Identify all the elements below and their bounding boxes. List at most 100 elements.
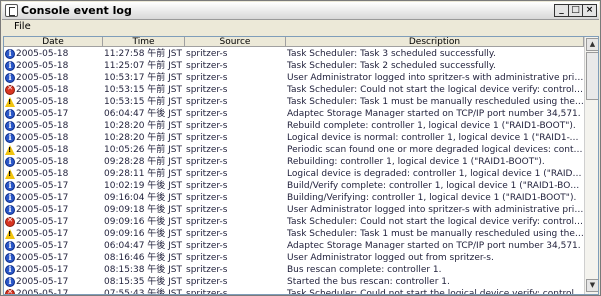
cell-description: Adaptec Storage Manager started on TCP/I… <box>287 241 581 251</box>
column-header-description[interactable]: Description <box>286 37 584 46</box>
cell-source: spritzer-s <box>186 49 228 59</box>
scroll-up-button[interactable]: ▲ <box>586 38 598 51</box>
cell-description: Building/Verifying: controller 1, logica… <box>287 193 577 203</box>
cell-description: Adaptec Storage Manager started on TCP/I… <box>287 109 581 119</box>
info-icon <box>5 156 15 167</box>
cell-time: 08:15:38 午後 JST <box>104 265 183 275</box>
cell-description: User Administrator logged into spritzer-… <box>287 73 584 83</box>
date-text: 2005-05-17 <box>16 205 69 215</box>
table-row[interactable]: 2005-05-17 08:15:35 午後 JSTspritzer-s Start… <box>4 276 584 288</box>
cell-date: 2005-05-17 <box>4 264 103 276</box>
table-row[interactable]: 2005-05-17 08:16:46 午後 JSTspritzer-s User … <box>4 252 584 264</box>
vertical-scrollbar[interactable]: ▲ ▼ <box>584 37 598 294</box>
cell-date: 2005-05-17 <box>4 180 103 192</box>
table-row[interactable]: 2005-05-18 11:25:07 午前 JSTspritzer-s Task … <box>4 60 584 72</box>
cell-date: 2005-05-18 <box>4 84 103 96</box>
table-row[interactable]: 2005-05-17 06:04:47 午後 JSTspritzer-s Adapt… <box>4 108 584 120</box>
title-bar[interactable]: Console event log _ □ × <box>2 2 599 20</box>
table-row[interactable]: 2005-05-17 10:02:19 午後 JSTspritzer-s Build… <box>4 180 584 192</box>
cell-time: 09:09:16 午後 JST <box>104 229 183 239</box>
maximize-button[interactable]: □ <box>568 4 583 17</box>
info-icon <box>5 192 15 203</box>
cell-source: spritzer-s <box>186 277 228 287</box>
cell-source: spritzer-s <box>186 157 228 167</box>
table-row[interactable]: 2005-05-18 09:28:11 午前 JSTspritzer-s Logic… <box>4 168 584 180</box>
cell-source: spritzer-s <box>186 133 228 143</box>
cell-time: 09:09:16 午後 JST <box>104 217 183 227</box>
table-row[interactable]: 2005-05-18 10:28:20 午前 JSTspritzer-s Logic… <box>4 132 584 144</box>
scroll-down-button[interactable]: ▼ <box>586 279 598 292</box>
table-row[interactable]: 2005-05-17 06:04:47 午後 JSTspritzer-s Adapt… <box>4 240 584 252</box>
table-row[interactable]: 2005-05-17 09:16:04 午後 JSTspritzer-s Build… <box>4 192 584 204</box>
date-text: 2005-05-17 <box>16 229 69 239</box>
table-row[interactable]: 2005-05-17 09:09:16 午後 JSTspritzer-s Task … <box>4 216 584 228</box>
cell-source: spritzer-s <box>186 241 228 251</box>
table-row[interactable]: 2005-05-17 08:15:38 午後 JSTspritzer-s Bus r… <box>4 264 584 276</box>
cell-source: spritzer-s <box>186 61 228 71</box>
table-row[interactable]: 2005-05-18 10:53:15 午前 JSTspritzer-s Task … <box>4 96 584 108</box>
cell-source: spritzer-s <box>186 121 228 131</box>
table-row[interactable]: 2005-05-17 09:09:18 午後 JSTspritzer-s User … <box>4 204 584 216</box>
table-row[interactable]: 2005-05-18 10:05:26 午前 JSTspritzer-s Perio… <box>4 144 584 156</box>
table-row[interactable]: 2005-05-18 09:28:28 午前 JSTspritzer-s Rebui… <box>4 156 584 168</box>
console-event-log-window: Console event log _ □ × File Date Time S… <box>0 0 601 296</box>
cell-description: Logical device is degraded: controller 1… <box>287 169 584 179</box>
column-header-time[interactable]: Time <box>103 37 185 46</box>
date-text: 2005-05-18 <box>16 145 69 155</box>
event-rows: 2005-05-1811:27:58 午前 JSTspritzer-sTask … <box>4 48 584 295</box>
cell-source: spritzer-s <box>186 253 228 263</box>
menu-file[interactable]: File <box>14 21 31 32</box>
cell-description: Rebuilding: controller 1, logical device… <box>287 157 545 167</box>
scroll-thumb[interactable] <box>586 52 598 100</box>
date-text: 2005-05-18 <box>16 157 69 167</box>
cell-date: 2005-05-18 <box>4 72 103 84</box>
cell-date: 2005-05-18 <box>4 60 103 72</box>
date-text: 2005-05-17 <box>16 217 69 227</box>
cell-time: 11:25:07 午前 JST <box>104 61 183 71</box>
cell-time: 09:28:28 午前 JST <box>104 157 183 167</box>
cell-time: 10:28:20 午前 JST <box>104 133 183 143</box>
date-text: 2005-05-17 <box>16 289 69 295</box>
cell-date: 2005-05-18 <box>4 156 103 168</box>
table-row[interactable]: 2005-05-18 11:27:58 午前 JSTspritzer-s Task … <box>4 48 584 60</box>
table-row[interactable]: 2005-05-18 10:53:17 午前 JSTspritzer-s User … <box>4 72 584 84</box>
error-icon <box>5 288 15 294</box>
cell-time: 10:05:26 午前 JST <box>104 145 183 155</box>
column-header-date[interactable]: Date <box>4 37 103 46</box>
cell-description: User Administrator logged out from sprit… <box>287 253 494 263</box>
info-icon <box>5 108 15 119</box>
cell-date: 2005-05-17 <box>4 228 103 240</box>
info-icon <box>5 48 15 59</box>
cell-time: 06:04:47 午後 JST <box>104 241 183 251</box>
date-text: 2005-05-18 <box>16 169 69 179</box>
table-row[interactable]: 2005-05-17 09:09:16 午後 JSTspritzer-s Task … <box>4 228 584 240</box>
cell-source: spritzer-s <box>186 73 228 83</box>
cell-date: 2005-05-18 <box>4 48 103 60</box>
date-text: 2005-05-17 <box>16 253 69 263</box>
info-icon <box>5 60 15 71</box>
menu-bar: File <box>2 21 599 35</box>
table-row[interactable]: 2005-05-18 10:28:20 午前 JSTspritzer-s Rebui… <box>4 120 584 132</box>
cell-description: Task Scheduler: Task 1 must be manually … <box>287 97 584 107</box>
cell-date: 2005-05-17 <box>4 288 103 295</box>
cell-source: spritzer-s <box>186 109 228 119</box>
table-row[interactable]: 2005-05-18 10:53:15 午前 JSTspritzer-s Task … <box>4 84 584 96</box>
cell-time: 10:53:15 午前 JST <box>104 85 183 95</box>
cell-source: spritzer-s <box>186 193 228 203</box>
cell-source: spritzer-s <box>186 229 228 239</box>
date-text: 2005-05-18 <box>16 73 69 83</box>
cell-source: spritzer-s <box>186 265 228 275</box>
table-row[interactable]: 2005-05-17 07:55:43 午後 JSTspritzer-s Task … <box>4 288 584 295</box>
close-button[interactable]: × <box>582 4 597 17</box>
date-text: 2005-05-18 <box>16 85 69 95</box>
info-icon <box>5 204 15 215</box>
date-text: 2005-05-17 <box>16 241 69 251</box>
cell-description: Task Scheduler: Task 2 scheduled success… <box>287 61 496 71</box>
date-text: 2005-05-17 <box>16 277 69 287</box>
cell-date: 2005-05-18 <box>4 132 103 144</box>
info-icon <box>5 72 15 83</box>
cell-date: 2005-05-17 <box>4 276 103 288</box>
column-header-source[interactable]: Source <box>185 37 286 46</box>
minimize-button[interactable]: _ <box>554 4 569 17</box>
cell-source: spritzer-s <box>186 181 228 191</box>
